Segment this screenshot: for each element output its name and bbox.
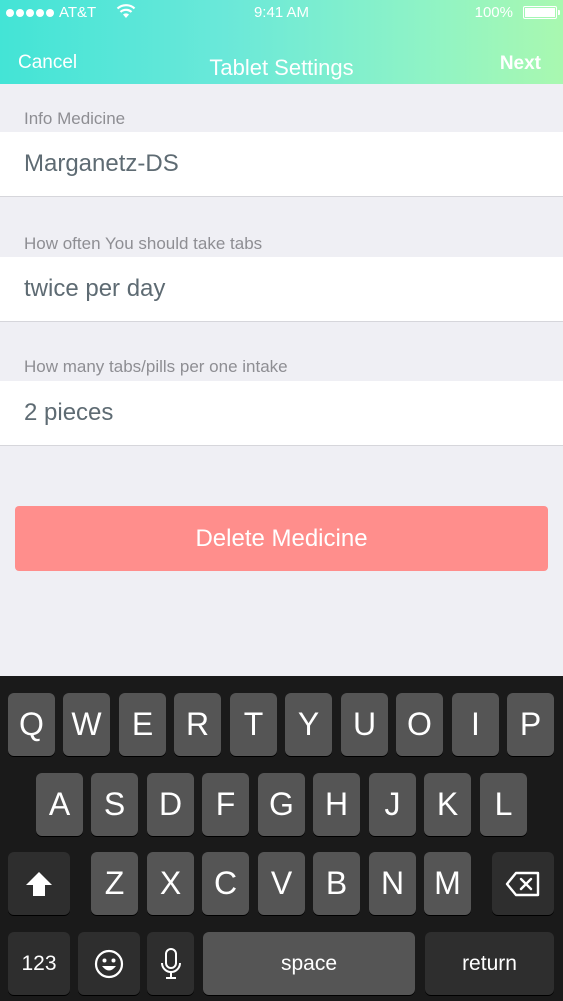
- key-i[interactable]: I: [452, 693, 499, 756]
- backspace-key[interactable]: [492, 852, 554, 915]
- key-a[interactable]: A: [36, 773, 83, 836]
- key-c[interactable]: C: [202, 852, 249, 915]
- shift-icon: [26, 871, 52, 896]
- header: AT&T 9:41 AM 100% Cancel Tablet Settings…: [0, 0, 563, 84]
- info-medicine-label: Info Medicine: [24, 109, 126, 128]
- key-m[interactable]: M: [424, 852, 471, 915]
- battery-icon: [523, 6, 560, 19]
- dose-label: How many tabs/pills per one intake: [24, 357, 288, 376]
- battery-percent: 100%: [474, 4, 513, 21]
- delete-medicine-button[interactable]: Delete Medicine: [15, 506, 548, 571]
- key-b[interactable]: B: [313, 852, 360, 915]
- key-x[interactable]: X: [147, 852, 194, 915]
- shift-key[interactable]: [8, 852, 70, 915]
- keyboard: Q W E R T Y U O I P A S D F G H J K L Z …: [0, 676, 563, 1001]
- key-s[interactable]: S: [91, 773, 138, 836]
- key-v[interactable]: V: [258, 852, 305, 915]
- backspace-icon: [505, 871, 540, 896]
- key-h[interactable]: H: [313, 773, 360, 836]
- numbers-key[interactable]: 123: [8, 932, 70, 995]
- key-u[interactable]: U: [341, 693, 388, 756]
- key-n[interactable]: N: [369, 852, 416, 915]
- frequency-field[interactable]: twice per day: [0, 257, 563, 322]
- medicine-name-value: Marganetz-DS: [24, 150, 179, 177]
- next-button[interactable]: Next: [500, 53, 541, 75]
- key-o[interactable]: O: [396, 693, 443, 756]
- space-key[interactable]: space: [203, 932, 415, 995]
- medicine-name-field[interactable]: Marganetz-DS: [0, 132, 563, 197]
- key-d[interactable]: D: [147, 773, 194, 836]
- key-g[interactable]: G: [258, 773, 305, 836]
- return-key[interactable]: return: [425, 932, 554, 995]
- frequency-value: twice per day: [24, 275, 166, 302]
- key-f[interactable]: F: [202, 773, 249, 836]
- frequency-label: How often You should take tabs: [24, 234, 263, 253]
- key-p[interactable]: P: [507, 693, 554, 756]
- key-t[interactable]: T: [230, 693, 277, 756]
- key-w[interactable]: W: [63, 693, 110, 756]
- key-e[interactable]: E: [119, 693, 166, 756]
- page-title: Tablet Settings: [209, 55, 354, 80]
- key-r[interactable]: R: [174, 693, 221, 756]
- key-z[interactable]: Z: [91, 852, 138, 915]
- microphone-key[interactable]: [147, 932, 194, 995]
- key-j[interactable]: J: [369, 773, 416, 836]
- dose-value: 2 pieces: [24, 399, 114, 426]
- emoji-icon: [94, 949, 124, 978]
- microphone-icon: [160, 947, 181, 979]
- key-k[interactable]: K: [424, 773, 471, 836]
- key-y[interactable]: Y: [285, 693, 332, 756]
- dose-field[interactable]: 2 pieces: [0, 381, 563, 446]
- key-l[interactable]: L: [480, 773, 527, 836]
- status-bar: AT&T 9:41 AM 100%: [0, 0, 563, 26]
- emoji-key[interactable]: [78, 932, 140, 995]
- key-q[interactable]: Q: [8, 693, 55, 756]
